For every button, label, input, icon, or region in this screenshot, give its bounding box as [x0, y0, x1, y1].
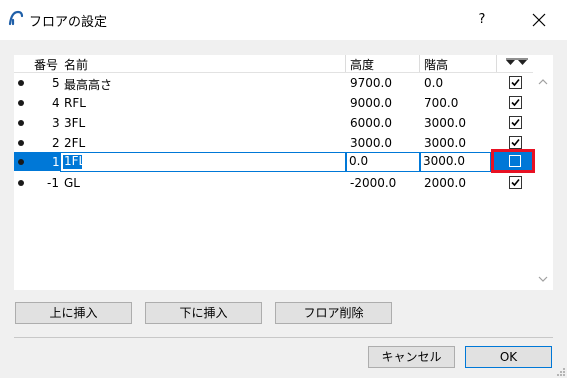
show-checkbox-unchecked[interactable] [509, 155, 521, 167]
table-row[interactable]: 3 3FL 6000.0 3000.0 [14, 113, 533, 133]
close-icon[interactable] [527, 9, 551, 31]
checkmark-icon [511, 98, 520, 107]
show-checkbox[interactable] [509, 116, 522, 129]
checkmark-icon [511, 178, 520, 187]
scroll-down-icon[interactable] [536, 272, 550, 286]
row-number: 5 [52, 76, 60, 90]
table-row[interactable]: -1 GL -2000.0 2000.0 [14, 173, 533, 193]
header-height[interactable]: 高度 [350, 56, 374, 73]
table-row[interactable]: 5 最高高さ 9700.0 0.0 [14, 73, 533, 93]
checkmark-icon [511, 78, 520, 87]
row-height: -2000.0 [350, 176, 397, 190]
header-number[interactable]: 番号 [34, 56, 58, 73]
show-checkbox[interactable] [509, 176, 522, 189]
scroll-up-icon[interactable] [536, 75, 550, 89]
column-divider[interactable] [345, 55, 346, 72]
row-height: 0.0 [349, 154, 369, 168]
row-number: 4 [52, 96, 60, 110]
row-height: 9000.0 [350, 96, 392, 110]
delete-floor-button[interactable]: フロア削除 [275, 302, 392, 324]
bullet-icon [18, 120, 24, 126]
bullet-icon [18, 159, 24, 165]
row-number: -1 [47, 176, 59, 190]
row-floor-height: 2000.0 [424, 176, 466, 190]
table-row-selected[interactable]: 1 1FL 0.0 3000.0 [14, 149, 535, 173]
insert-below-button[interactable]: 下に挿入 [145, 302, 262, 324]
table-row[interactable]: 2 2FL 3000.0 3000.0 [14, 133, 533, 153]
highlighted-checkbox-cell[interactable] [491, 149, 535, 173]
divider [14, 337, 553, 338]
window-title: フロアの設定 [29, 15, 108, 30]
row-height: 9700.0 [350, 76, 392, 90]
show-checkbox[interactable] [509, 76, 522, 89]
app-icon [8, 10, 24, 26]
sort-arrows-icon[interactable] [504, 58, 530, 68]
column-divider[interactable] [419, 55, 420, 72]
help-button[interactable]: ? [471, 9, 493, 31]
row-name: 最高高さ [64, 78, 113, 92]
table-row[interactable]: 4 RFL 9000.0 700.0 [14, 93, 533, 113]
row-floor-height: 0.0 [424, 76, 444, 90]
bullet-icon [18, 100, 24, 106]
checkmark-icon [511, 118, 520, 127]
row-number: 2 [52, 136, 60, 150]
row-height: 6000.0 [350, 116, 392, 130]
row-name: 2FL [64, 136, 86, 150]
row-number: 1 [52, 155, 60, 169]
checkmark-icon [511, 138, 520, 147]
name-edit-field[interactable]: 1FL [60, 152, 346, 172]
row-name: 3FL [64, 116, 86, 130]
bullet-icon [18, 180, 24, 186]
insert-above-button[interactable]: 上に挿入 [15, 302, 132, 324]
bullet-icon [18, 140, 24, 146]
row-floor-height: 3000.0 [424, 116, 466, 130]
header-name[interactable]: 名前 [64, 56, 88, 73]
floor-height-edit-field[interactable]: 3000.0 [420, 152, 491, 172]
row-number: 3 [52, 116, 60, 130]
resize-grip-icon[interactable] [556, 367, 566, 377]
bullet-icon [18, 80, 24, 86]
row-name: GL [64, 176, 80, 190]
row-name: RFL [64, 96, 86, 110]
row-name: 1FL [64, 154, 86, 168]
row-floor-height: 700.0 [424, 96, 459, 110]
cancel-button[interactable]: キャンセル [368, 346, 455, 368]
header-floor-height[interactable]: 階高 [424, 56, 448, 73]
row-height: 3000.0 [350, 136, 392, 150]
title-bar: フロアの設定 ? [0, 0, 567, 40]
ok-button[interactable]: OK [465, 346, 552, 368]
floor-table: 番号 名前 高度 階高 5 最高高さ 9700.0 0.0 4 RFL 9000… [14, 55, 553, 290]
height-edit-field[interactable]: 0.0 [346, 152, 420, 172]
show-checkbox[interactable] [509, 96, 522, 109]
table-header: 番号 名前 高度 階高 [14, 55, 533, 73]
column-divider[interactable] [496, 55, 497, 72]
row-floor-height: 3000.0 [424, 136, 466, 150]
show-checkbox[interactable] [509, 136, 522, 149]
checkbox-cell [494, 152, 532, 170]
row-floor-height: 3000.0 [423, 154, 465, 168]
